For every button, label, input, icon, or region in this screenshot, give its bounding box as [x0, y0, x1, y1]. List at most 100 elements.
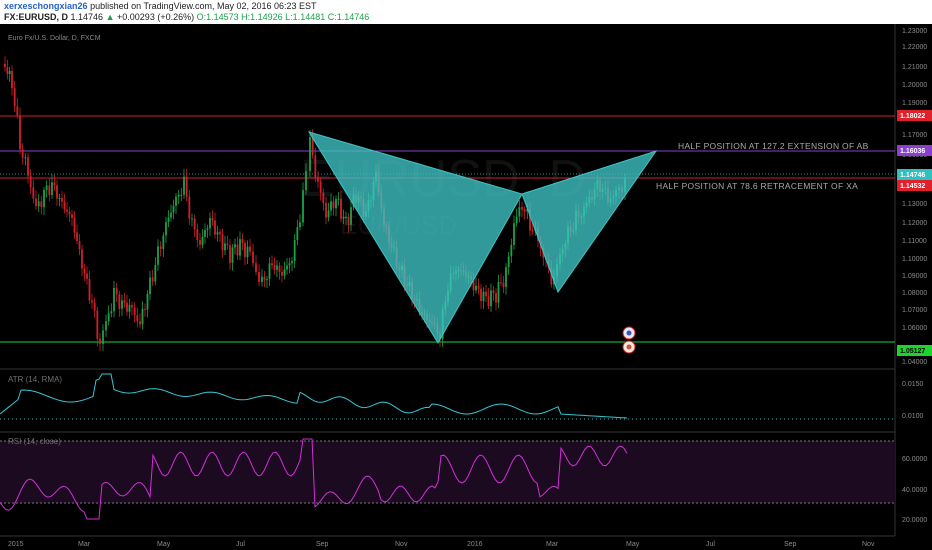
price-tick: 1.06000 [902, 325, 927, 332]
candle-body [288, 263, 291, 266]
candle-body [325, 202, 327, 218]
price-tick: 1.07000 [902, 307, 927, 314]
candle-body [27, 157, 29, 176]
chart-area[interactable]: EURUSD, D EUR/USD Euro Fx/U.S. Dollar, D… [0, 24, 932, 550]
candle-body [531, 230, 534, 232]
candle-body [91, 300, 93, 303]
price-tick: 1.19000 [902, 100, 927, 107]
price-tick: 1.13000 [902, 201, 927, 208]
candle-body [347, 216, 350, 225]
svg-text:1.14532: 1.14532 [900, 183, 925, 190]
candle-body [302, 190, 304, 223]
candle-body [66, 209, 68, 212]
candle-body [273, 265, 276, 270]
candle-body [475, 285, 477, 291]
candle-body [224, 243, 226, 251]
candle-body [490, 290, 492, 307]
candle-body [29, 175, 32, 188]
candle-body [40, 201, 43, 208]
candle-body [99, 338, 101, 344]
last-price: 1.14746 [70, 12, 104, 22]
candle-body [319, 181, 322, 193]
candle-body [485, 291, 487, 297]
rsi-band[interactable] [0, 441, 895, 503]
time-tick: Jul [706, 541, 715, 548]
candle-body [193, 218, 196, 230]
candle-body [299, 222, 301, 228]
candle-body [24, 157, 27, 159]
candle-body [191, 218, 193, 220]
price-tick: 1.08000 [902, 290, 927, 297]
symbol-label[interactable]: FX:EURUSD, D [4, 12, 68, 22]
candle-body [96, 310, 99, 339]
candle-body [327, 210, 330, 218]
candle-body [201, 236, 204, 245]
candle-body [170, 212, 172, 218]
candle-body [296, 227, 299, 241]
chart-svg[interactable]: EURUSD, D EUR/USD Euro Fx/U.S. Dollar, D… [0, 24, 932, 550]
candle-body [126, 302, 128, 312]
candle-body [204, 229, 206, 237]
candle-body [16, 106, 19, 116]
candle-body [71, 214, 73, 219]
event-icon-2[interactable] [622, 340, 636, 354]
author-link[interactable]: xerxeschongxian26 [4, 1, 88, 11]
candle-body [252, 251, 254, 264]
candle-body [149, 277, 151, 295]
candle-body [226, 243, 229, 246]
atr-tick: 0.0150 [902, 381, 924, 388]
time-tick: 2016 [467, 541, 483, 548]
candle-body [185, 176, 188, 197]
candle-body [76, 232, 78, 242]
candle-body [196, 229, 199, 241]
event-icon-1[interactable] [622, 326, 636, 340]
candle-body [271, 263, 273, 266]
candle-body [81, 249, 83, 269]
candle-body [261, 276, 263, 283]
candle-body [229, 245, 231, 263]
atr-line[interactable] [0, 373, 628, 419]
price-tick: 1.04000 [902, 359, 927, 366]
candle-body [35, 198, 37, 207]
price-tick: 1.12000 [902, 220, 927, 227]
candle-body [497, 282, 500, 303]
time-tick: May [626, 541, 640, 548]
candle-body [268, 263, 271, 280]
candle-body [283, 269, 286, 276]
candle-body [58, 197, 61, 199]
candle-body [115, 287, 118, 295]
candle-body [107, 313, 110, 322]
retracement-annotation: HALF POSITION AT 78.6 RETRACEMENT OF XA [656, 181, 858, 191]
candle-body [110, 311, 113, 314]
candle-body [167, 217, 170, 223]
candle-body [309, 137, 311, 172]
candle-body [113, 287, 115, 312]
candle-body [4, 64, 6, 68]
svg-text:1.18022: 1.18022 [900, 113, 925, 120]
rsi-title: RSI (14, close) [8, 437, 61, 446]
publish-line: xerxeschongxian26 published on TradingVi… [4, 1, 317, 12]
rsi-tick: 40.0000 [902, 487, 927, 494]
candle-body [216, 232, 219, 235]
candle-body [322, 192, 325, 203]
candle-body [8, 71, 11, 74]
candle-body [19, 115, 21, 150]
ohlc-values: O:1.14573 H:1.14926 L:1.14481 C:1.14746 [196, 12, 370, 22]
time-tick: Jul [236, 541, 245, 548]
candle-body [88, 278, 91, 301]
time-tick: 2015 [8, 541, 24, 548]
candle-body [11, 71, 13, 89]
candle-body [521, 207, 523, 210]
price-tick: 1.23000 [902, 28, 927, 35]
candle-body [335, 199, 337, 209]
candle-body [105, 321, 107, 331]
candle-body [286, 265, 288, 270]
candle-body [231, 247, 234, 263]
price-tag-support: 1.05127 [897, 345, 932, 356]
svg-text:1.14746: 1.14746 [900, 172, 925, 179]
price-tick: 1.09000 [902, 273, 927, 280]
candle-body [206, 228, 209, 230]
candle-body [241, 239, 244, 243]
candle-body [32, 187, 35, 199]
candle-body [151, 277, 154, 282]
